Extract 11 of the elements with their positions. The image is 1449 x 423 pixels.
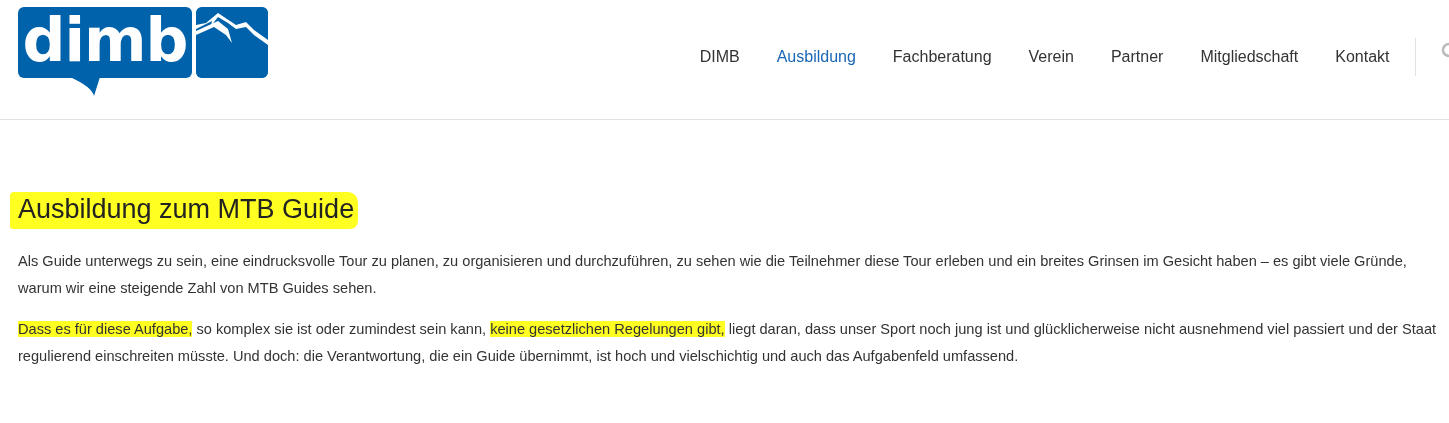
nav-link[interactable]: DIMB (681, 48, 759, 66)
body-paragraph: Als Guide unterwegs zu sein, eine eindrucksvolle Tour zu planen, zu organisieren und durchzuführen, zu sehen wie die Teilnehmer diese Tour erleben und ein breites Grinsen im Gesicht haben – es gibt viele Gründe, warum wir eine steigende Zahl von MTB Guides sehen. (18, 252, 1408, 298)
body-paragraph: Dass es für diese Aufgabe, so komplex sie ist oder zumindest sein kann, keine gesetzlichen Regelungen gibt, liegt daran, dass unser Sport noch jung ist und glücklicherweise nicht ausnehmend viel passiert und der Staat regulierend einschreiten müsste. Und doch: die Verantwortung, die ein Guide übernimmt, ist hoch und vielschichtig und auch das Aufgabenfeld umfassend. (18, 320, 1438, 366)
nav-link[interactable]: Partner (1092, 48, 1182, 66)
nav-link[interactable]: Ausbildung (758, 48, 875, 66)
mountain-logo-icon (196, 7, 268, 78)
nav-link[interactable]: Kontakt (1316, 48, 1408, 66)
page-heading: Ausbildung zum MTB Guide (10, 192, 359, 229)
nav-link[interactable]: Verein (1010, 48, 1093, 66)
nav-link[interactable]: Mitgliedschaft (1181, 48, 1317, 66)
nav-link[interactable]: Fachberatung (874, 48, 1011, 66)
